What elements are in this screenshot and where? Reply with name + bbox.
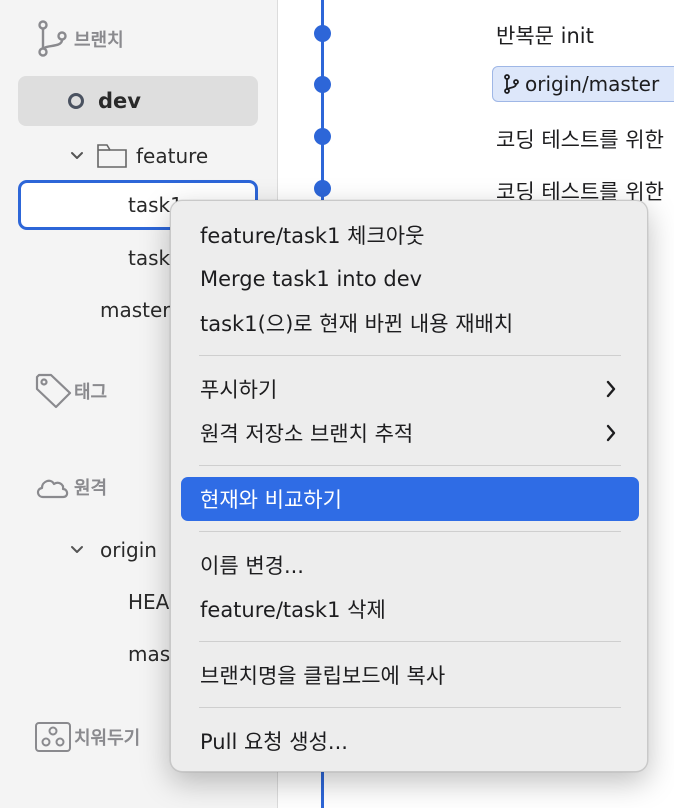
stashes-section-header[interactable]: 치워두기 xyxy=(34,722,140,752)
sidebar-item-remote-head[interactable]: HEAD xyxy=(128,584,170,620)
menu-item-label: Merge task1 into dev xyxy=(200,267,423,291)
remote-label: origin xyxy=(100,538,157,562)
menu-separator xyxy=(199,641,621,642)
menu-item-label: 이름 변경... xyxy=(200,554,304,578)
menu-item-track-remote[interactable]: 원격 저장소 브랜치 추적 xyxy=(181,411,639,455)
tags-section-header[interactable]: 태그 xyxy=(34,373,108,409)
stashes-header-label: 치워두기 xyxy=(74,728,141,749)
menu-item-merge[interactable]: Merge task1 into dev xyxy=(181,257,639,301)
menu-item-label: 푸시하기 xyxy=(200,378,278,402)
menu-item-compare[interactable]: 현재와 비교하기 xyxy=(181,477,639,521)
sidebar-item-feature[interactable]: feature xyxy=(70,138,208,174)
commit-node[interactable] xyxy=(314,180,331,197)
branch-label: master xyxy=(100,298,170,322)
chevron-right-icon xyxy=(599,376,623,402)
remote-branch-label: HEAD xyxy=(128,590,170,614)
menu-item-label: task1(으)로 현재 바뀐 내용 재배치 xyxy=(200,312,514,336)
remotes-header-label: 원격 xyxy=(74,478,108,499)
sidebar-item-master[interactable]: master xyxy=(100,292,170,328)
menu-item-label: 원격 저장소 브랜치 추적 xyxy=(200,422,414,446)
branch-icon xyxy=(34,20,74,57)
branch-tag[interactable]: origin/master xyxy=(492,66,674,102)
tags-header-label: 태그 xyxy=(74,382,108,403)
remote-branch-label: master xyxy=(128,642,170,666)
menu-separator xyxy=(199,707,621,708)
commit-message[interactable]: 반복문 init xyxy=(496,20,674,50)
menu-item-checkout[interactable]: feature/task1 체크아웃 xyxy=(181,213,639,257)
sidebar-item-origin[interactable]: origin xyxy=(70,532,170,568)
chevron-down-icon[interactable] xyxy=(70,545,100,555)
menu-item-push[interactable]: 푸시하기 xyxy=(181,367,639,411)
commit-message[interactable]: 코딩 테스트를 위한 xyxy=(496,124,674,154)
sidebar-item-remote-master[interactable]: master xyxy=(128,636,170,672)
current-branch-icon xyxy=(68,93,84,109)
folder-label: feature xyxy=(136,144,209,168)
menu-item-rebase[interactable]: task1(으)로 현재 바뀐 내용 재배치 xyxy=(181,301,639,345)
menu-item-create-pull-request[interactable]: Pull 요청 생성... xyxy=(181,719,639,763)
stash-icon xyxy=(34,722,74,752)
chevron-right-icon xyxy=(599,420,623,446)
commit-node[interactable] xyxy=(314,76,331,93)
tag-icon xyxy=(34,373,74,409)
menu-item-delete[interactable]: feature/task1 삭제 xyxy=(181,587,639,631)
commit-node[interactable] xyxy=(314,25,331,42)
menu-item-label: feature/task1 체크아웃 xyxy=(200,224,425,248)
context-menu: feature/task1 체크아웃 Merge task1 into dev … xyxy=(170,200,648,772)
chevron-down-icon[interactable] xyxy=(70,151,96,161)
branch-label: task2 xyxy=(128,246,170,270)
menu-separator xyxy=(199,355,621,356)
folder-icon xyxy=(96,143,136,169)
menu-item-label: feature/task1 삭제 xyxy=(200,598,386,622)
remotes-section-header[interactable]: 원격 xyxy=(34,472,107,502)
cloud-icon xyxy=(34,472,74,502)
menu-separator xyxy=(199,531,621,532)
branch-tag-label: origin/master xyxy=(525,72,660,96)
commit-node[interactable] xyxy=(314,128,331,145)
menu-item-rename[interactable]: 이름 변경... xyxy=(181,543,639,587)
menu-separator xyxy=(199,465,621,466)
menu-item-label: 현재와 비교하기 xyxy=(200,488,342,512)
menu-item-copy-name[interactable]: 브랜치명을 클립보드에 복사 xyxy=(181,653,639,697)
branches-section-header[interactable]: 브랜치 xyxy=(34,20,124,57)
branches-header-label: 브랜치 xyxy=(74,30,124,51)
sidebar-item-dev[interactable]: dev xyxy=(18,76,258,126)
branch-icon xyxy=(503,74,519,94)
branch-label: dev xyxy=(98,89,141,113)
menu-item-label: Pull 요청 생성... xyxy=(200,730,348,754)
sidebar-item-task2[interactable]: task2 xyxy=(128,240,170,276)
menu-item-label: 브랜치명을 클립보드에 복사 xyxy=(200,664,446,688)
